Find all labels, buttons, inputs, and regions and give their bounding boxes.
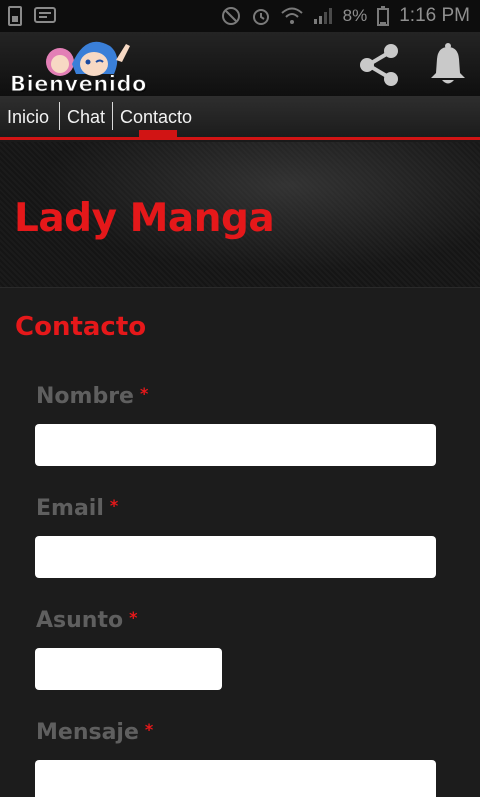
signal-icon (313, 8, 332, 24)
bell-icon[interactable] (428, 43, 468, 87)
notification-icon (34, 7, 56, 23)
clock: 1:16 PM (399, 5, 470, 26)
contact-form: Contacto Nombre * Email * Asunto * Mensaje * (0, 288, 480, 797)
sim-icon (8, 6, 22, 26)
alarm-icon (252, 9, 269, 25)
nav-item-inicio[interactable]: Inicio (7, 104, 49, 130)
nombre-label: Nombre * (36, 384, 149, 409)
vibrate-icon (221, 7, 240, 25)
required-mark: * (109, 496, 119, 515)
battery-percent: 8% (342, 6, 368, 25)
battery-icon (377, 6, 390, 26)
nav-active-indicator (139, 130, 177, 138)
nav-item-chat[interactable]: Chat (67, 104, 105, 130)
mensaje-field[interactable] (35, 760, 436, 797)
required-mark: * (144, 720, 154, 739)
mensaje-label: Mensaje * (36, 720, 154, 745)
nav-divider (59, 102, 60, 130)
app-bar: Bienvenido (0, 32, 480, 97)
wifi-icon (280, 7, 303, 24)
logo-text: Bienvenido (10, 72, 147, 97)
form-title: Contacto (15, 312, 147, 342)
hero-banner: Lady Manga (0, 142, 480, 288)
email-label: Email * (36, 496, 119, 521)
site-title: Lady Manga (14, 196, 275, 241)
email-field[interactable] (35, 536, 436, 578)
logo[interactable]: Bienvenido (6, 34, 166, 97)
required-mark: * (129, 608, 138, 627)
nav-divider (112, 102, 113, 130)
asunto-field[interactable] (35, 648, 222, 690)
required-mark: * (139, 384, 149, 403)
asunto-label: Asunto * (36, 608, 138, 633)
share-icon[interactable] (356, 42, 402, 88)
nombre-field[interactable] (35, 424, 436, 466)
nav-bar: Inicio Chat Contacto (0, 96, 480, 140)
nav-item-contacto[interactable]: Contacto (120, 104, 192, 130)
status-bar: 8% 1:16 PM (0, 0, 480, 32)
